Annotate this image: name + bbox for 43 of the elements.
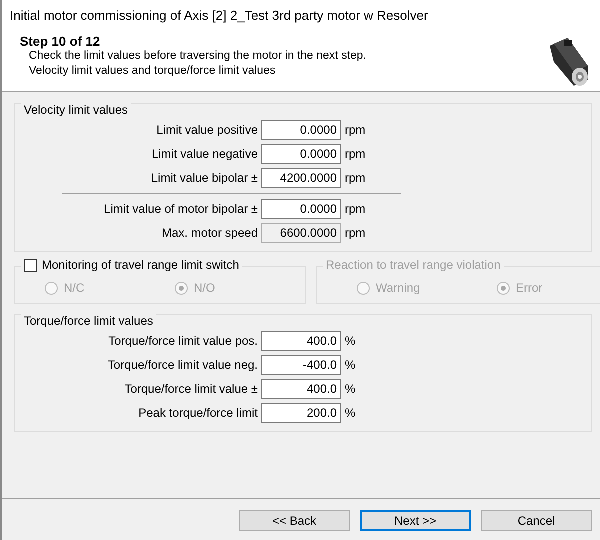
radio-label: N/C (64, 281, 85, 295)
field-label: Torque/force limit value pos. (108, 334, 259, 348)
input-field[interactable]: 6600.0000 (261, 223, 341, 243)
unit-label: % (344, 334, 357, 348)
group-title: Torque/force limit values (21, 314, 156, 328)
wizard-button[interactable]: Next >> (360, 510, 471, 531)
field-label: Limit value positive (156, 123, 259, 137)
unit-label: rpm (344, 123, 367, 137)
group-title: Reaction to travel range violation (326, 258, 501, 272)
input-field[interactable]: -400.0 (261, 355, 341, 375)
window-title: Initial motor commissioning of Axis [2] 2_Test 3rd party motor w Resolver (2, 0, 600, 30)
step-title: Step 10 of 12 (20, 34, 102, 49)
unit-label: % (344, 358, 357, 372)
checkbox-label: Monitoring of travel range limit switch (42, 258, 240, 272)
group-title: Velocity limit values (21, 103, 132, 117)
radio-label: Warning (376, 281, 420, 295)
radio-label: Error (516, 281, 543, 295)
field-label: Peak torque/force limit (138, 406, 259, 420)
unit-label: rpm (344, 226, 367, 240)
wizard-button[interactable]: Cancel (481, 510, 592, 531)
unit-label: rpm (344, 171, 367, 185)
radio-label: N/O (194, 281, 216, 295)
input-field[interactable]: 0.0000 (261, 199, 341, 219)
field-label: Limit value of motor bipolar ± (104, 202, 259, 216)
wizard-button[interactable]: << Back (239, 510, 350, 531)
field-label: Limit value negative (152, 147, 259, 161)
unit-label: % (344, 382, 357, 396)
step-description: Velocity limit values and torque/force limit values (29, 64, 277, 79)
input-field[interactable]: 0.0000 (261, 120, 341, 140)
checkbox[interactable] (24, 258, 37, 272)
field-label: Torque/force limit value neg. (108, 358, 259, 372)
unit-label: % (344, 406, 357, 420)
input-field[interactable]: 400.0 (261, 379, 341, 399)
field-label: Max. motor speed (162, 226, 259, 240)
field-label: Limit value bipolar ± (151, 171, 259, 185)
unit-label: rpm (344, 202, 367, 216)
input-field[interactable]: 4200.0000 (261, 168, 341, 188)
input-field[interactable]: 400.0 (261, 331, 341, 351)
step-description: Check the limit values before traversing the motor in the next step. (29, 49, 366, 64)
input-field[interactable]: 200.0 (261, 403, 341, 423)
unit-label: rpm (344, 147, 367, 161)
field-label: Torque/force limit value ± (124, 382, 259, 396)
input-field[interactable]: 0.0000 (261, 144, 341, 164)
